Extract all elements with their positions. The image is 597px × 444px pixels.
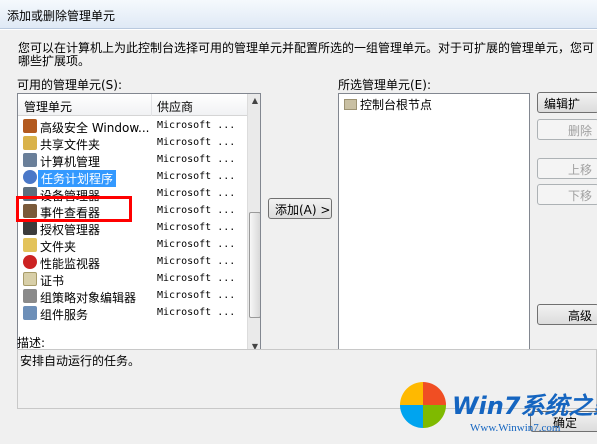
snapin-vendor: Microsoft ... [157,154,236,165]
intro-text: 您可以在计算机上为此控制台选择可用的管理单元并配置所选的一组管理单元。对于可扩展… [18,42,597,68]
list-item[interactable]: 组策略对象编辑器 Microsoft ... [18,288,247,305]
list-item[interactable]: 证书 Microsoft ... [18,271,247,288]
advanced-button[interactable]: 高级 [537,304,597,325]
list-item[interactable]: 性能监视器 Microsoft ... [18,254,247,271]
selected-label: 所选管理单元(E): [338,78,431,92]
performance-icon [23,255,37,269]
watermark: Win7系统之家 Www.Winwin7.com [398,378,597,444]
move-up-button[interactable]: 上移 [537,158,597,179]
authorization-icon [23,221,37,235]
snapin-vendor: Microsoft ... [157,137,236,148]
folder-icon [23,238,37,252]
move-down-button[interactable]: 下移 [537,184,597,205]
snapin-vendor: Microsoft ... [157,307,236,318]
intro-line-2: 哪些扩展项。 [18,54,91,68]
add-button[interactable]: 添加(A) > [268,198,332,219]
column-header-name[interactable]: 管理单元 [24,98,72,115]
snapin-name: 证书 [40,274,65,288]
selected-item-label: 控制台根节点 [360,98,433,112]
scroll-thumb[interactable] [249,212,260,318]
snapin-name: 共享文件夹 [40,138,101,152]
component-services-icon [23,306,37,320]
list-item[interactable]: 授权管理器 Microsoft ... [18,220,247,237]
remove-button[interactable]: 删除 [537,119,597,140]
snapin-name: 高级安全 Window... [40,121,150,135]
snapin-vendor: Microsoft ... [157,205,236,216]
snapin-vendor: Microsoft ... [157,273,236,284]
snapin-name: 组策略对象编辑器 [40,291,137,305]
computer-management-icon [23,153,37,167]
watermark-url: Www.Winwin7.com [470,422,561,434]
list-scrollbar[interactable]: ▲ ▼ [247,94,260,354]
intro-line-1: 您可以在计算机上为此控制台选择可用的管理单元并配置所选的一组管理单元。对于可扩展… [18,41,595,55]
snapin-vendor: Microsoft ... [157,239,236,250]
available-label: 可用的管理单元(S): [17,78,123,92]
edit-extensions-button[interactable]: 编辑扩 [537,92,597,113]
shared-folder-icon [23,136,37,150]
available-snapins-list[interactable]: 管理单元 供应商 高级安全 Window... Microsoft ... 共享… [17,93,261,355]
list-item[interactable]: 共享文件夹 Microsoft ... [18,135,247,152]
snapin-name: 性能监视器 [40,257,101,271]
window-title: 添加或删除管理单元 [7,9,116,23]
scroll-up-icon[interactable]: ▲ [248,94,260,108]
list-item[interactable]: 高级安全 Window... Microsoft ... [18,118,247,135]
column-header-vendor[interactable]: 供应商 [157,98,193,115]
description-text: 安排自动运行的任务。 [20,354,141,368]
snapin-vendor: Microsoft ... [157,120,236,131]
snapin-vendor: Microsoft ... [157,222,236,233]
folder-icon [344,99,357,110]
selected-snapins-list[interactable]: 控制台根节点 [338,93,530,355]
column-separator[interactable] [151,94,152,116]
snapin-name: 任务计划程序 [38,170,117,187]
windows-logo-icon [400,382,446,428]
snapin-vendor: Microsoft ... [157,290,236,301]
list-item[interactable]: 计算机管理 Microsoft ... [18,152,247,169]
list-item-selected[interactable]: 任务计划程序 Microsoft ... [18,169,247,187]
list-header: 管理单元 供应商 [18,94,247,116]
clock-icon [23,170,37,184]
list-item[interactable]: 组件服务 Microsoft ... [18,305,247,322]
annotation-highlight-box [16,196,132,222]
snapin-name: 计算机管理 [40,155,101,169]
selected-item-console-root[interactable]: 控制台根节点 [344,96,432,113]
snapin-vendor: Microsoft ... [157,171,236,182]
snapin-name: 授权管理器 [40,223,101,237]
snapin-vendor: Microsoft ... [157,256,236,267]
list-item[interactable]: 文件夹 Microsoft ... [18,237,247,254]
watermark-title: Win7系统之家 [452,392,597,420]
group-policy-icon [23,289,37,303]
snapin-vendor: Microsoft ... [157,188,236,199]
firewall-icon [23,119,37,133]
title-bar: 添加或删除管理单元 [0,0,597,29]
snapin-name: 组件服务 [40,308,89,322]
snapin-name: 文件夹 [40,240,77,254]
certificate-icon [23,272,37,286]
